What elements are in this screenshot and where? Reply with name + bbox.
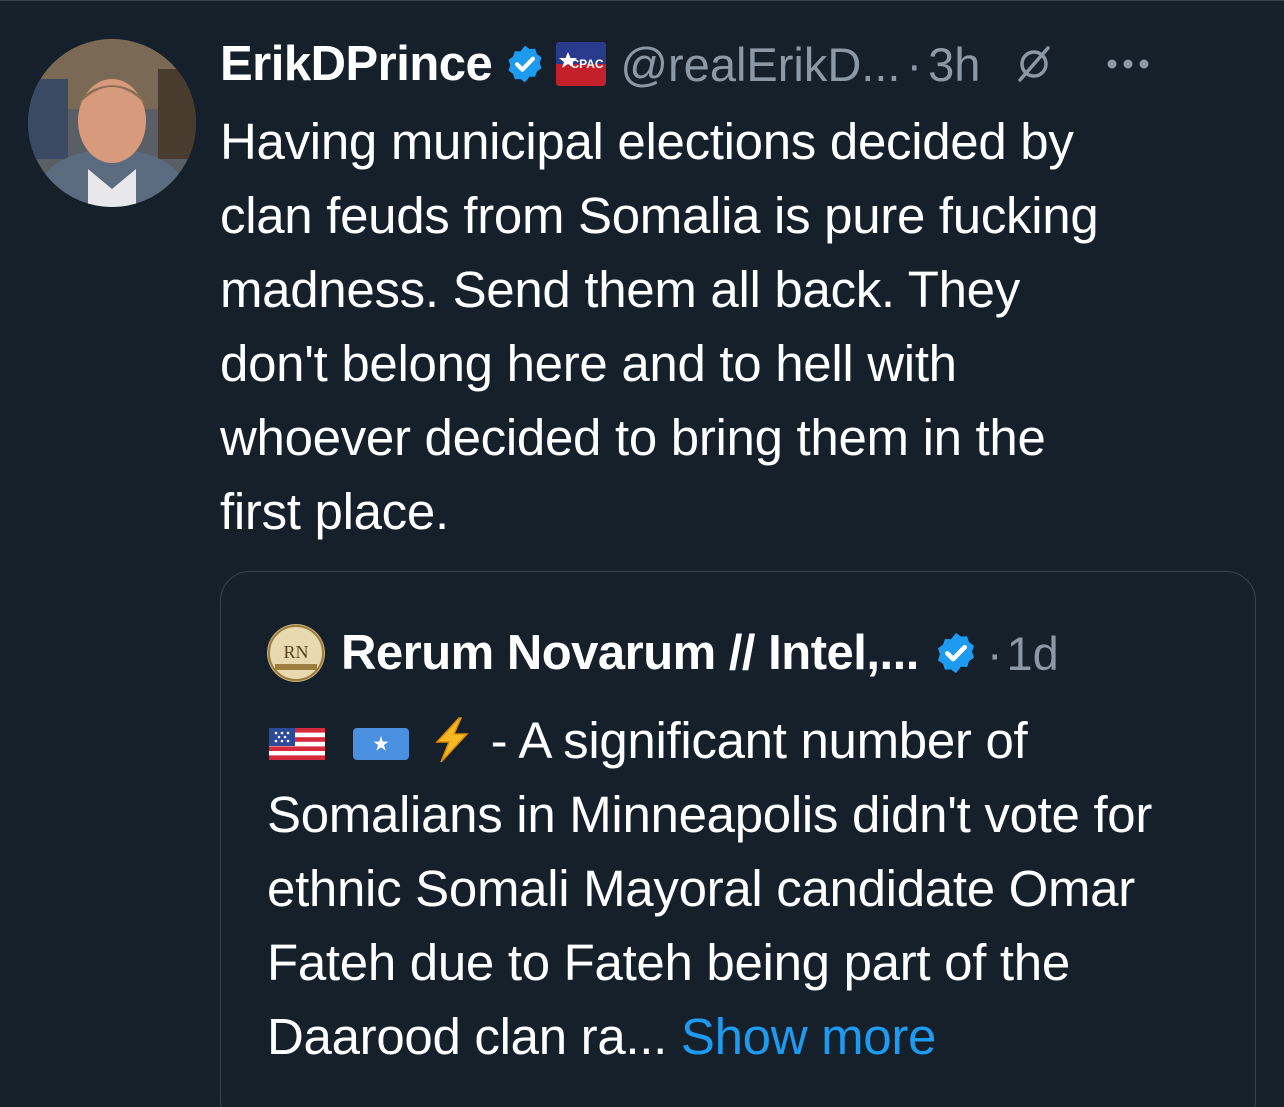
tweet-text: Having municipal elections decided by cl…: [220, 113, 1099, 540]
quote-emoji-separator: -: [476, 712, 519, 769]
more-dots-icon[interactable]: [1106, 58, 1150, 70]
quote-author-avatar[interactable]: RN: [267, 624, 325, 682]
quoted-tweet[interactable]: RN Rerum Novarum // Intel,... · 1d - A s…: [220, 571, 1256, 1107]
meta-separator: ·: [906, 37, 923, 91]
author-handle[interactable]: @realErikD...: [620, 37, 900, 92]
cpac-badge-icon[interactable]: CPAC: [556, 42, 607, 86]
quote-author-name[interactable]: Rerum Novarum // Intel,...: [341, 625, 919, 681]
verified-badge-icon[interactable]: [504, 43, 546, 85]
lightning-emoji: [435, 717, 469, 763]
grok-icon[interactable]: [1014, 44, 1054, 84]
quote-header: RN Rerum Novarum // Intel,... · 1d: [267, 622, 1059, 684]
author-name[interactable]: ErikDPrince: [220, 36, 493, 92]
tweet-header: ErikDPrince CPAC @realErikD... · 3h: [220, 33, 1260, 95]
cpac-badge-text: CPAC: [571, 57, 604, 71]
somalia-flag-emoji: [352, 728, 409, 760]
show-more-link[interactable]: Show more: [681, 1008, 937, 1065]
quote-meta-separator: ·: [986, 626, 1003, 680]
tweet[interactable]: ErikDPrince CPAC @realErikD... · 3h Havi…: [0, 0, 1284, 1107]
author-avatar[interactable]: [28, 39, 196, 207]
quote-avatar-initials: RN: [283, 642, 308, 662]
tweet-time[interactable]: 3h: [928, 37, 980, 92]
quote-text: - A significant number of Somalians in M…: [267, 704, 1227, 1074]
us-flag-emoji: [269, 728, 325, 760]
verified-badge-icon[interactable]: [933, 630, 979, 676]
quote-time[interactable]: 1d: [1007, 626, 1059, 681]
